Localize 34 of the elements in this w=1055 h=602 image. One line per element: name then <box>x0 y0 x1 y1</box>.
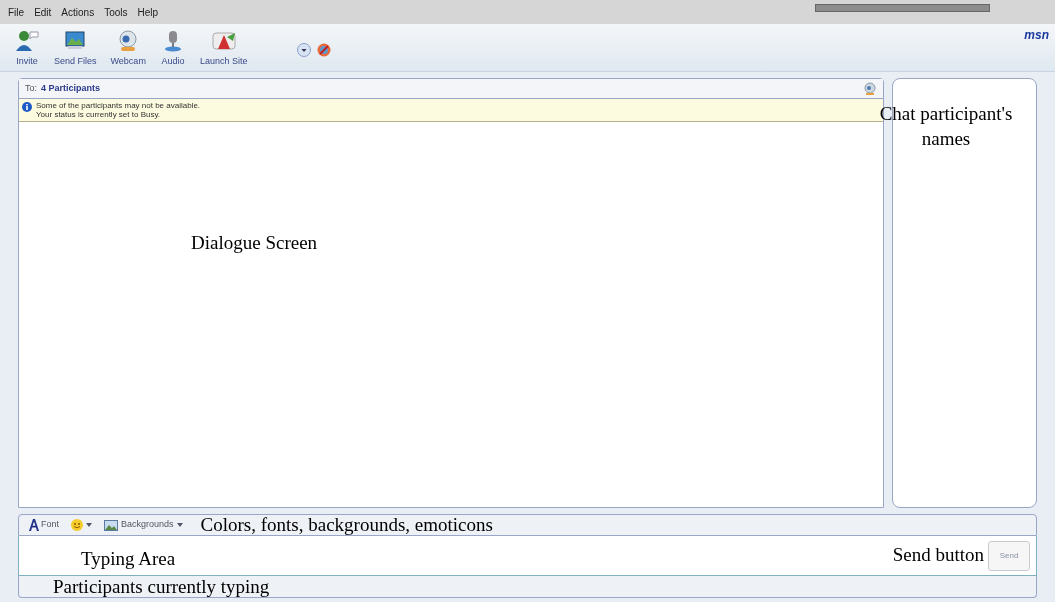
annotation-label: Chat participant's names <box>878 102 1014 151</box>
menu-item[interactable]: File <box>8 4 25 20</box>
dropdown-icon <box>176 523 183 527</box>
menu-item[interactable]: Actions <box>61 4 95 20</box>
annotation-label: Typing Area <box>81 547 176 572</box>
toolbar-button[interactable]: Send Files <box>50 28 101 71</box>
font-button[interactable]: Font <box>29 518 59 532</box>
blocked-icon[interactable] <box>317 43 332 57</box>
smiley-icon <box>71 519 83 531</box>
emoticon-button[interactable] <box>71 519 92 531</box>
person-icon <box>14 28 40 53</box>
notice-message: Some of the participants may not be available. Your status is currently set to Busy. <box>36 101 201 119</box>
participants-count: 4 Participants <box>41 81 101 95</box>
annotation-label: Colors, fonts, backgrounds, emoticons <box>200 515 493 535</box>
toolbar-button[interactable]: Launch Site <box>195 28 252 71</box>
dropdown-icon <box>86 523 92 527</box>
toolbar-button[interactable]: Webcam <box>106 28 150 71</box>
webcam-icon <box>863 81 877 96</box>
menu-item[interactable]: Help <box>137 4 159 20</box>
annotation-label: Dialogue Screen <box>191 231 318 255</box>
toolbar-button[interactable]: Audio <box>155 28 190 71</box>
backgrounds-button[interactable]: Backgrounds <box>104 518 183 532</box>
typing-area[interactable]: Typing Area Send button Send <box>18 536 1037 576</box>
info-icon <box>22 102 32 112</box>
menu-item[interactable]: Edit <box>34 4 52 20</box>
to-label: To: <box>25 81 37 95</box>
annotation-label: Send button <box>892 543 984 568</box>
font-icon <box>29 518 39 532</box>
toolbar-button[interactable]: Invite <box>10 28 44 71</box>
image-icon <box>104 519 118 531</box>
annotation-label: Participants currently typing <box>53 576 270 597</box>
dropdown-icon[interactable] <box>297 43 312 57</box>
menu-item[interactable]: Tools <box>104 4 128 20</box>
brand-logo: msn <box>1024 27 1049 44</box>
